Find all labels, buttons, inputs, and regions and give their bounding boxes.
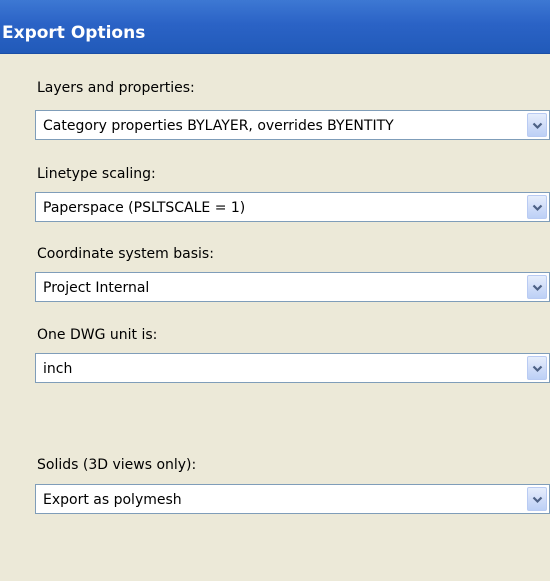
solids-dropdown-button[interactable] (527, 487, 547, 511)
chevron-down-icon (532, 365, 543, 373)
linetype-scaling-dropdown[interactable]: Paperspace (PSLTSCALE = 1) (35, 192, 550, 222)
chevron-down-icon (532, 204, 543, 212)
dwg-unit-dropdown-button[interactable] (527, 356, 547, 380)
solids-dropdown[interactable]: Export as polymesh (35, 484, 550, 514)
layers-and-properties-value: Category properties BYLAYER, overrides B… (43, 118, 394, 134)
chevron-down-icon (532, 496, 543, 504)
panel-title: Export Options (2, 23, 146, 43)
dwg-unit-dropdown[interactable]: inch (35, 353, 550, 383)
dwg-unit-label: One DWG unit is: (37, 327, 158, 343)
chevron-down-icon (532, 122, 543, 130)
export-options-header: Export Options (0, 0, 550, 54)
layers-and-properties-dropdown-button[interactable] (527, 113, 547, 137)
coordinate-system-basis-value: Project Internal (43, 280, 150, 296)
layers-and-properties-label: Layers and properties: (37, 80, 195, 96)
layers-and-properties-dropdown[interactable]: Category properties BYLAYER, overrides B… (35, 110, 550, 140)
solids-value: Export as polymesh (43, 492, 182, 508)
solids-label: Solids (3D views only): (37, 457, 197, 473)
linetype-scaling-value: Paperspace (PSLTSCALE = 1) (43, 200, 246, 216)
coordinate-system-basis-label: Coordinate system basis: (37, 246, 214, 262)
coordinate-system-basis-dropdown-button[interactable] (527, 275, 547, 299)
coordinate-system-basis-dropdown[interactable]: Project Internal (35, 272, 550, 302)
dwg-unit-value: inch (43, 361, 73, 377)
linetype-scaling-dropdown-button[interactable] (527, 195, 547, 219)
chevron-down-icon (532, 284, 543, 292)
linetype-scaling-label: Linetype scaling: (37, 166, 156, 182)
